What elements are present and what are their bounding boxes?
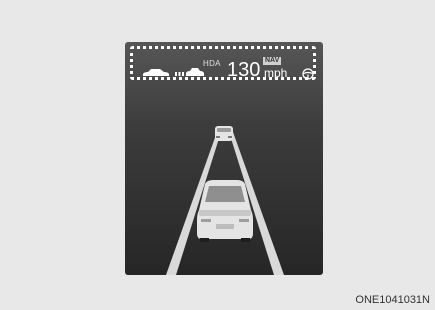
figure-code: ONE1041031N <box>355 294 430 306</box>
lead-vehicle <box>215 126 233 141</box>
cluster-display: HDA 130 NAV mph <box>125 42 323 275</box>
nav-badge: NAV <box>263 57 282 65</box>
distance-bars-icon <box>175 72 184 76</box>
steering-wheel-icon <box>302 68 314 80</box>
set-speed-value: 130 <box>227 59 261 81</box>
speed-unit: mph <box>264 66 288 80</box>
hda-label: HDA <box>203 59 221 68</box>
car-icon <box>186 68 204 76</box>
own-vehicle <box>197 180 253 242</box>
car-icon <box>143 69 169 76</box>
hda-status-bar: HDA 130 NAV mph <box>130 46 316 81</box>
